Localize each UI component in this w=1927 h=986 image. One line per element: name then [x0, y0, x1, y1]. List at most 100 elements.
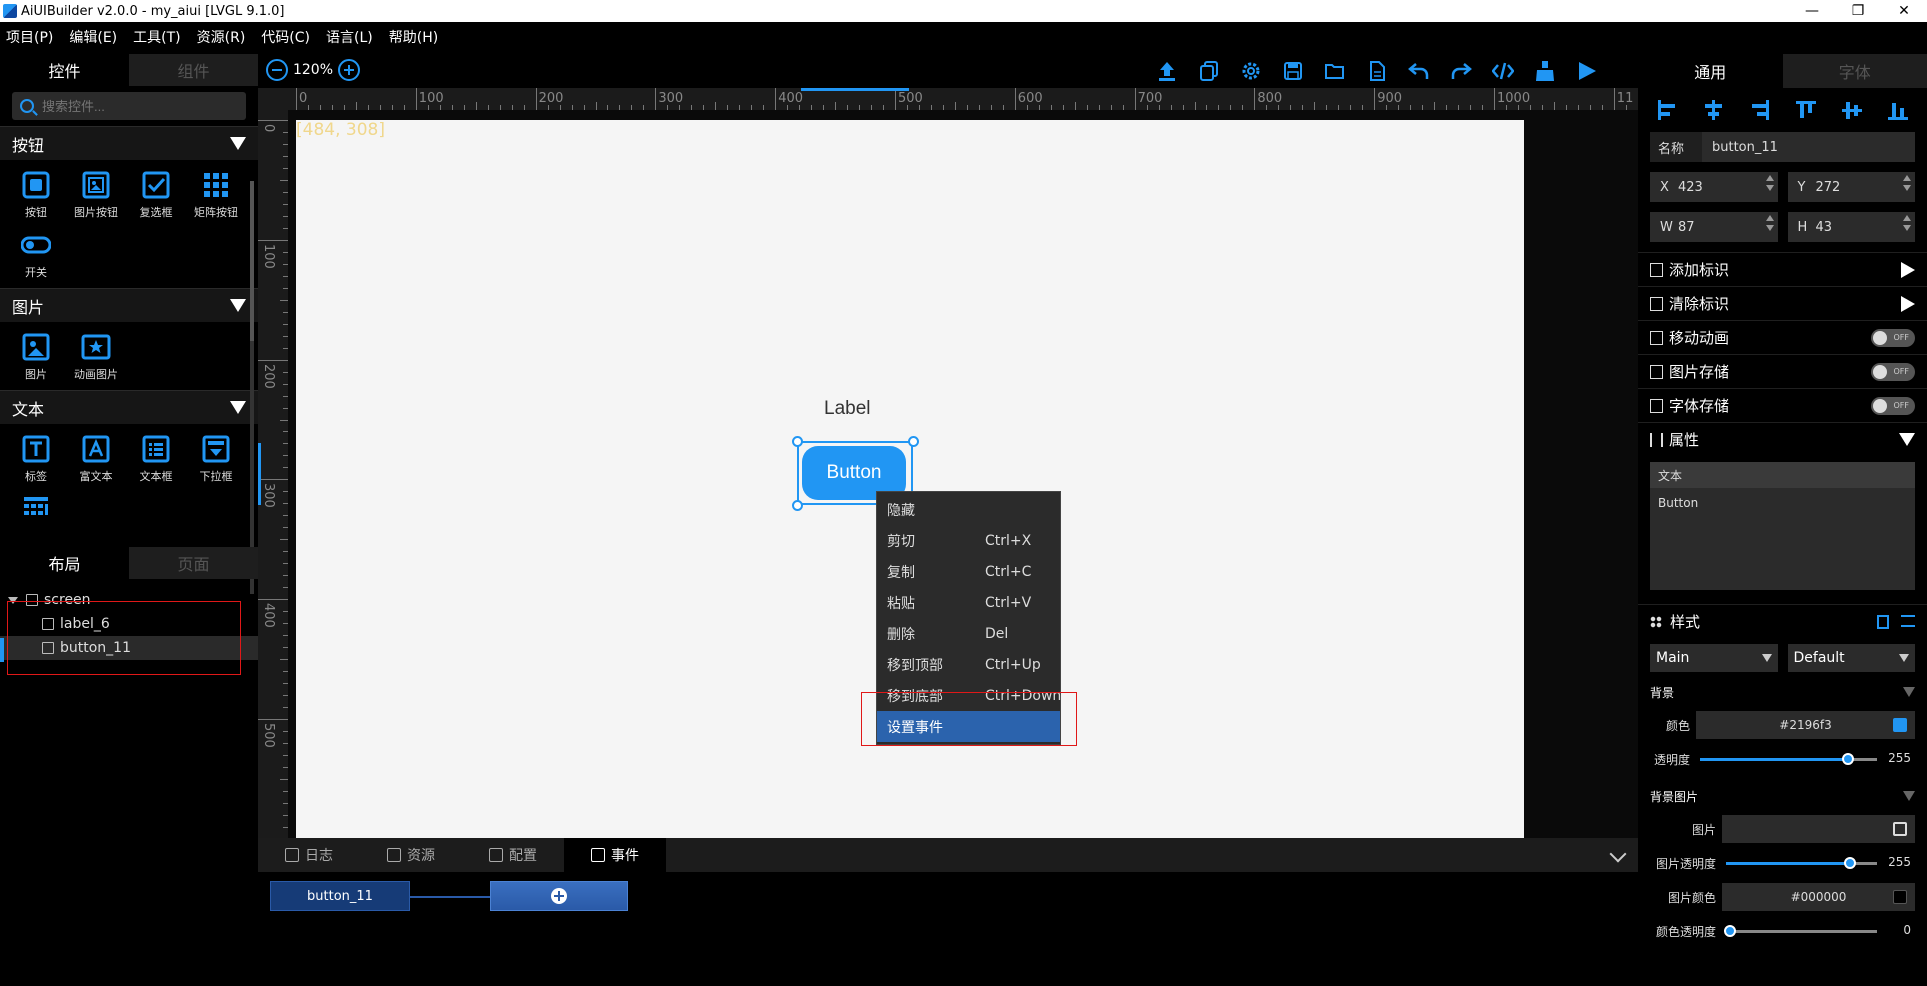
menu-resources[interactable]: 资源(R) [197, 27, 246, 47]
arrow-down-icon[interactable] [1903, 225, 1911, 231]
zoom-out-button[interactable] [266, 59, 288, 81]
arrow-up-icon[interactable] [1903, 175, 1911, 181]
slider-knob[interactable] [1842, 753, 1854, 765]
img-color-field[interactable]: #000000 [1722, 883, 1915, 911]
category-images[interactable]: 图片 [0, 288, 258, 322]
y-spinbox[interactable]: Y 272 [1787, 172, 1915, 202]
add-event-button[interactable] [490, 881, 628, 911]
widget-button[interactable]: 按钮 [6, 164, 66, 224]
image-storage-toggle[interactable]: OFF [1871, 362, 1915, 381]
category-text[interactable]: 文本 [0, 390, 258, 424]
section-add-tag[interactable]: 添加标识 [1638, 252, 1927, 286]
menu-item-paste[interactable]: 粘贴 Ctrl+V [877, 587, 1060, 618]
tab-layout[interactable]: 布局 [0, 547, 129, 579]
widget-search-input[interactable] [42, 98, 232, 114]
menu-help[interactable]: 帮助(H) [389, 27, 438, 47]
style-list-icon[interactable] [1901, 614, 1915, 627]
tab-pages[interactable]: 页面 [129, 547, 258, 579]
arrow-down-icon[interactable] [1765, 225, 1774, 231]
align-right-icon[interactable] [1747, 98, 1771, 122]
tab-assets[interactable]: 资源 [360, 838, 462, 872]
menu-code[interactable]: 代码(C) [261, 27, 310, 47]
img-opacity-slider[interactable]: 255 [1722, 849, 1915, 877]
widget-image-button[interactable]: 图片按钮 [66, 164, 126, 224]
collapse-triangle-icon[interactable] [230, 299, 246, 312]
collapse-triangle-icon[interactable] [230, 137, 246, 150]
widget-rich-text[interactable]: 富文本 [66, 428, 126, 488]
restore-button[interactable]: ❐ [1835, 0, 1881, 22]
widget-label[interactable]: 标签 [6, 428, 66, 488]
category-buttons[interactable]: 按钮 [0, 126, 258, 160]
resize-handle[interactable] [792, 500, 803, 511]
color-swatch[interactable] [1893, 718, 1907, 732]
style-part-select[interactable]: Main [1650, 644, 1778, 672]
redo-button[interactable] [1440, 58, 1482, 84]
menu-item-hide[interactable]: 隐藏 [877, 494, 1060, 525]
align-hcenter-icon[interactable] [1701, 98, 1725, 122]
section-clear-tag[interactable]: 清除标识 [1638, 286, 1927, 320]
copy-button[interactable] [1188, 58, 1230, 84]
widget-textarea[interactable]: 文本框 [126, 428, 186, 488]
slider-knob[interactable] [1844, 857, 1856, 869]
align-left-icon[interactable] [1655, 98, 1679, 122]
bg-color-field[interactable]: #2196f3 [1696, 711, 1915, 739]
code-button[interactable] [1482, 58, 1524, 84]
widget-image[interactable]: 图片 [6, 326, 66, 386]
widget-dropdown[interactable]: 下拉框 [186, 428, 246, 488]
resize-handle[interactable] [908, 436, 919, 447]
bg-image-field[interactable] [1722, 815, 1915, 843]
tab-widgets[interactable]: 控件 [0, 54, 129, 86]
upload-button[interactable] [1146, 58, 1188, 84]
font-storage-toggle[interactable]: OFF [1871, 396, 1915, 415]
align-bottom-icon[interactable] [1886, 98, 1910, 122]
menu-language[interactable]: 语言(L) [326, 27, 373, 47]
collapse-triangle-icon[interactable] [230, 401, 246, 414]
run-button[interactable] [1566, 58, 1608, 84]
widget-calendar[interactable] [6, 488, 66, 548]
minimize-button[interactable]: — [1789, 0, 1835, 22]
background-section[interactable]: 背景 [1638, 678, 1927, 706]
collapse-triangle-icon[interactable] [1903, 687, 1915, 697]
zoom-in-button[interactable] [338, 59, 360, 81]
expand-arrow-icon[interactable] [1901, 295, 1915, 312]
color-swatch[interactable] [1893, 890, 1907, 904]
image-picker-icon[interactable] [1893, 822, 1907, 836]
arrow-up-icon[interactable] [1765, 215, 1774, 221]
menu-project[interactable]: 项目(P) [6, 27, 53, 47]
w-spinbox[interactable]: W 87 [1650, 212, 1778, 242]
collapse-triangle-icon[interactable] [1903, 791, 1915, 801]
name-field[interactable]: 名称 button_11 [1650, 132, 1915, 162]
tab-font[interactable]: 字体 [1782, 54, 1927, 88]
widget-animated-image[interactable]: 动画图片 [66, 326, 126, 386]
arrow-up-icon[interactable] [1903, 215, 1911, 221]
arrow-down-icon[interactable] [1765, 185, 1774, 191]
style-doc-icon[interactable] [1877, 614, 1889, 629]
x-spinbox[interactable]: X 423 [1650, 172, 1778, 202]
open-folder-button[interactable] [1314, 58, 1356, 84]
new-file-button[interactable] [1356, 58, 1398, 84]
expand-arrow-icon[interactable] [1901, 261, 1915, 278]
background-image-section[interactable]: 背景图片 [1638, 782, 1927, 810]
undo-button[interactable] [1398, 58, 1440, 84]
text-property[interactable]: 文本 Button [1650, 462, 1915, 590]
widget-switch[interactable]: 开关 [6, 224, 66, 284]
arrow-down-icon[interactable] [1903, 185, 1911, 191]
menu-item-bring-to-top[interactable]: 移到顶部 Ctrl+Up [877, 649, 1060, 680]
tab-components[interactable]: 组件 [129, 54, 258, 86]
move-animation-toggle[interactable]: OFF [1871, 328, 1915, 347]
menu-edit[interactable]: 编辑(E) [69, 27, 117, 47]
clean-button[interactable] [1524, 58, 1566, 84]
collapse-triangle-icon[interactable] [1899, 433, 1915, 446]
color-opacity-slider[interactable]: 0 [1722, 917, 1915, 945]
widget-button-matrix[interactable]: 矩阵按钮 [186, 164, 246, 224]
widget-checkbox[interactable]: 复选框 [126, 164, 186, 224]
tab-config[interactable]: 配置 [462, 838, 564, 872]
menu-item-delete[interactable]: 删除 Del [877, 618, 1060, 649]
resize-handle[interactable] [792, 436, 803, 447]
event-source-node[interactable]: button_11 [270, 881, 410, 911]
bg-opacity-slider[interactable]: 255 [1696, 745, 1915, 773]
style-state-select[interactable]: Default [1787, 644, 1915, 672]
arrow-up-icon[interactable] [1765, 175, 1774, 181]
settings-button[interactable] [1230, 58, 1272, 84]
widget-panel-scrollbar[interactable] [250, 181, 254, 594]
